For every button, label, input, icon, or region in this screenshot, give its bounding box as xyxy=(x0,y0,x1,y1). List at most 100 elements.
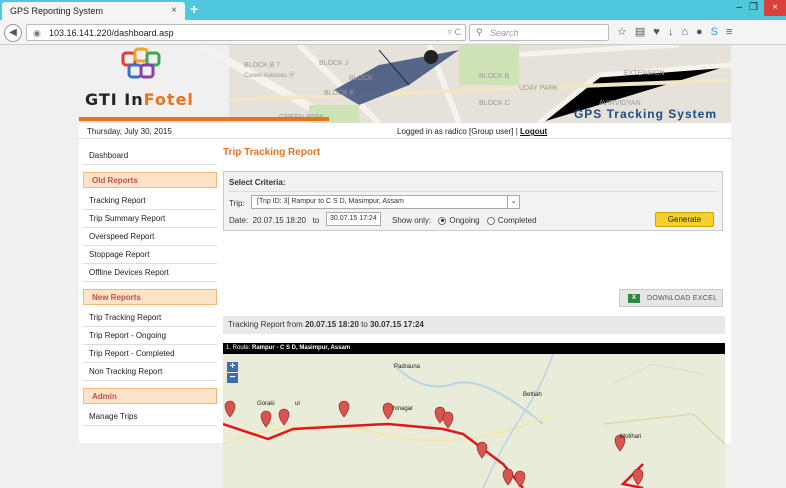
range-to: 30.07.15 17:24 xyxy=(370,320,424,329)
to-label: to xyxy=(312,216,320,225)
tab-close-icon[interactable]: × xyxy=(171,5,177,16)
sidebar-section-admin: Admin xyxy=(83,388,217,404)
range-to-word: to xyxy=(358,320,371,329)
login-status: Logged in as radico [Group user] | Logou… xyxy=(397,127,547,136)
map-label-hinagar: hinagar xyxy=(393,406,414,412)
maximize-button[interactable]: ❐ xyxy=(749,2,758,13)
from-date[interactable]: 20.07.15 18:20 xyxy=(253,216,306,225)
route-prefix: 1. Route: xyxy=(226,345,253,351)
trip-label: Trip: xyxy=(229,199,245,208)
page: BLOCK B 7 Career Avenues ⦿ BLOCK E BLOCK… xyxy=(79,45,731,488)
to-date-input[interactable]: 30.07.15 17:24 xyxy=(326,212,381,226)
search-placeholder: Search xyxy=(490,28,519,38)
sidebar-item-manage-trips[interactable]: Manage Trips xyxy=(83,408,217,426)
svg-text:BLOCK C: BLOCK C xyxy=(479,100,510,107)
download-excel-button[interactable]: X DOWNLOAD EXCEL xyxy=(619,289,723,307)
header-banner: BLOCK B 7 Career Avenues ⦿ BLOCK E BLOCK… xyxy=(79,45,731,123)
map-label-goraki: Goraki xyxy=(257,401,275,407)
minimize-button[interactable]: – xyxy=(736,2,742,13)
sidebar-item-trip-report-ongoing[interactable]: Trip Report - Ongoing xyxy=(83,327,217,345)
date-row: Date: 20.07.15 18:20 to xyxy=(229,216,319,225)
search-input[interactable]: ⚲ Search xyxy=(469,24,609,41)
sidebar-item-trip-report-completed[interactable]: Trip Report - Completed xyxy=(83,345,217,363)
logout-link[interactable]: Logout xyxy=(520,127,547,136)
date-label: Date: xyxy=(229,216,249,225)
login-text: Logged in as radico [Group user] | xyxy=(397,127,521,136)
reading-list-icon[interactable]: ▤ xyxy=(635,26,653,38)
route-name: Rampur - C S D, Masimpur, Assam xyxy=(252,345,351,351)
completed-radio[interactable] xyxy=(486,216,495,225)
banner-divider xyxy=(79,117,329,121)
svg-text:Career Avenues ⦿: Career Avenues ⦿ xyxy=(244,72,295,79)
toolbar-icons[interactable]: ☆▤♥↓⌂●S≡ xyxy=(617,25,740,38)
main-content: Trip Tracking Report Select Criteria: Tr… xyxy=(223,147,725,488)
browser-nav-bar: ◀ ◉ 103.16.141.220/dashboard.asp ▿ C ⚲ S… xyxy=(0,20,786,45)
reload-icon[interactable]: ▿ C xyxy=(447,27,461,38)
sidebar-item-trip-summary-report[interactable]: Trip Summary Report xyxy=(83,210,217,228)
current-date: Thursday, July 30, 2015 xyxy=(87,127,172,136)
route-map[interactable]: + − Padrauna Bettiah Goraki ur hinagar M… xyxy=(223,354,725,488)
ongoing-radio[interactable] xyxy=(438,216,447,225)
window-close-button[interactable]: × xyxy=(764,0,786,16)
url-text: 103.16.141.220/dashboard.asp xyxy=(49,28,174,38)
svg-text:BLOCK J: BLOCK J xyxy=(319,60,348,67)
criteria-divider xyxy=(228,191,718,192)
report-range-heading: Tracking Report from 20.07.15 18:20 to 3… xyxy=(223,316,725,334)
sidebar-item-stoppage-report[interactable]: Stoppage Report xyxy=(83,246,217,264)
svg-text:BLOCK B: BLOCK B xyxy=(479,73,510,80)
browser-tab[interactable]: GPS Reporting System × xyxy=(2,2,185,20)
svg-text:BLOCK: BLOCK xyxy=(349,75,373,82)
zoom-out-button[interactable]: − xyxy=(227,373,238,383)
logo-text: GTI InFotel xyxy=(85,90,194,109)
info-bar: Thursday, July 30, 2015 Logged in as rad… xyxy=(79,125,731,139)
sidebar-item-overspeed-report[interactable]: Overspeed Report xyxy=(83,228,217,246)
system-title: GPS Tracking System xyxy=(573,107,717,121)
sidebar-item-non-tracking-report[interactable]: Non Tracking Report xyxy=(83,363,217,381)
map-label-ur: ur xyxy=(295,401,301,407)
svg-text:UDAY PARK: UDAY PARK xyxy=(519,85,559,92)
trip-select-value: [Trip ID: 3] Rampur to C S D, Masimpur, … xyxy=(257,198,404,205)
menu-icon[interactable]: ≡ xyxy=(726,26,740,38)
back-button[interactable]: ◀ xyxy=(4,24,22,42)
map-label-padrauna: Padrauna xyxy=(394,364,421,370)
svg-text:BLOCK E: BLOCK E xyxy=(324,90,355,97)
generate-button[interactable]: Generate xyxy=(655,212,714,227)
address-bar[interactable]: ◉ 103.16.141.220/dashboard.asp ▿ C xyxy=(26,24,466,41)
logo-main: GTI In xyxy=(85,90,144,109)
chat-icon[interactable]: ● xyxy=(696,26,711,38)
new-tab-button[interactable]: + xyxy=(190,1,198,17)
sidebar-item-tracking-report[interactable]: Tracking Report xyxy=(83,192,217,210)
excel-icon: X xyxy=(628,293,640,303)
ongoing-label[interactable]: Ongoing xyxy=(449,216,479,225)
sidebar: Dashboard Old Reports Tracking Report Tr… xyxy=(83,147,217,426)
map-zoom-controls: + − xyxy=(227,362,238,384)
criteria-panel: Select Criteria: Trip: [Trip ID: 3] Ramp… xyxy=(223,171,723,231)
zoom-in-button[interactable]: + xyxy=(227,362,238,372)
page-title: Trip Tracking Report xyxy=(223,147,321,158)
sidebar-item-dashboard[interactable]: Dashboard xyxy=(83,147,217,165)
criteria-label: Select Criteria: xyxy=(229,178,286,187)
sidebar-item-trip-tracking-report[interactable]: Trip Tracking Report xyxy=(83,309,217,327)
show-only-group: Show only: Ongoing Completed xyxy=(392,216,537,225)
download-label: DOWNLOAD EXCEL xyxy=(647,295,718,302)
sidebar-item-offline-devices-report[interactable]: Offline Devices Report xyxy=(83,264,217,282)
map-label-bettiah: Bettiah xyxy=(523,392,542,398)
svg-text:BLOCK B 7: BLOCK B 7 xyxy=(244,62,280,69)
trip-select[interactable]: [Trip ID: 3] Rampur to C S D, Masimpur, … xyxy=(251,195,520,209)
logo-accent: Fotel xyxy=(143,90,194,109)
home-icon[interactable]: ⌂ xyxy=(681,26,696,38)
chevron-down-icon[interactable]: ⌄ xyxy=(507,196,519,208)
range-from: 20.07.15 18:20 xyxy=(305,320,359,329)
download-icon[interactable]: ↓ xyxy=(668,26,682,38)
search-icon: ⚲ xyxy=(476,27,483,37)
tab-title: GPS Reporting System xyxy=(10,6,104,16)
map-canvas[interactable] xyxy=(223,354,725,488)
sidebar-section-old-reports: Old Reports xyxy=(83,172,217,188)
bookmark-star-icon[interactable]: ☆ xyxy=(617,26,635,38)
completed-label[interactable]: Completed xyxy=(498,216,537,225)
skype-icon[interactable]: S xyxy=(711,26,726,38)
pocket-icon[interactable]: ♥ xyxy=(653,26,668,38)
map-label-motihari: Motihari xyxy=(620,434,642,440)
route-bar: 1. Route: Rampur - C S D, Masimpur, Assa… xyxy=(223,343,725,354)
show-only-label: Show only: xyxy=(392,216,432,225)
